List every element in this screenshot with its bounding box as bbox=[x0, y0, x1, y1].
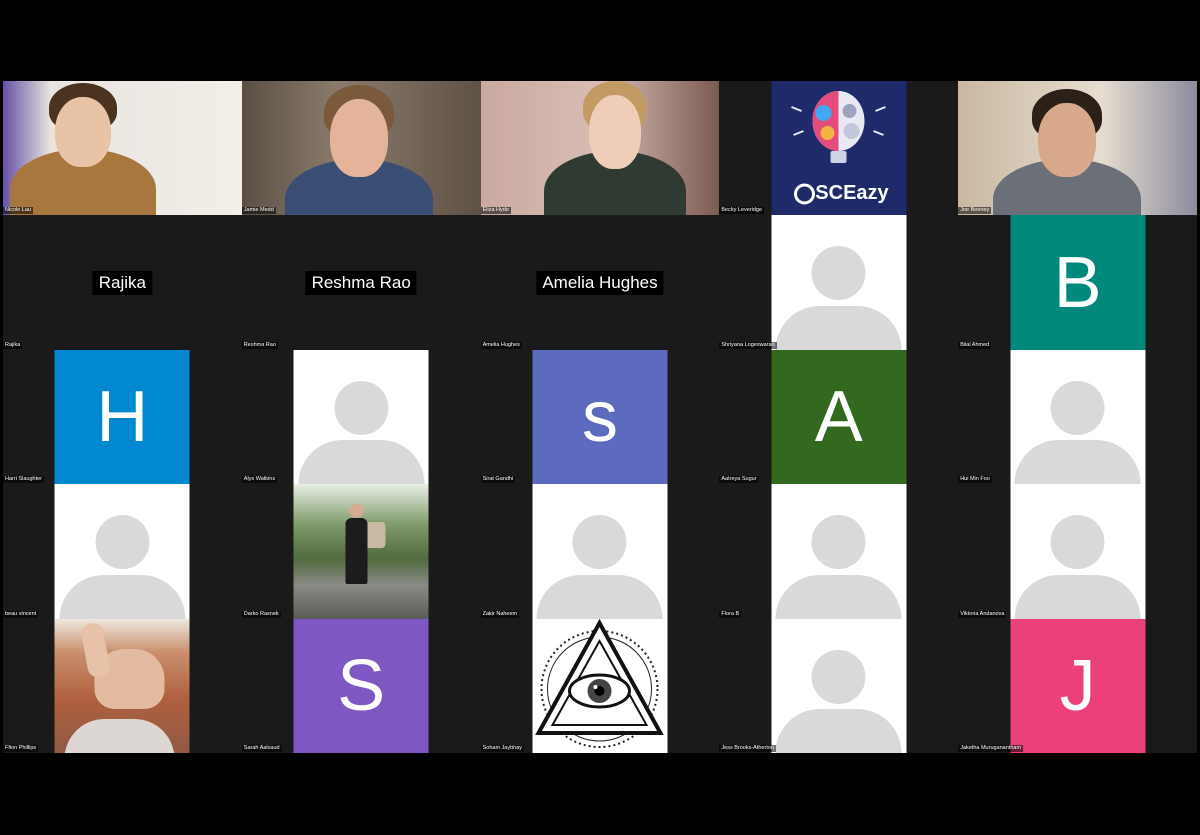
participant-tile[interactable]: Alys Watkins bbox=[241, 349, 481, 485]
initial-avatar: J bbox=[1010, 618, 1146, 753]
eye-pyramid-icon bbox=[535, 618, 664, 748]
participant-tile[interactable]: s Sirat Gandhi bbox=[480, 349, 720, 485]
participant-name-label: Flora B bbox=[719, 610, 742, 618]
participant-tile[interactable]: Zakir Naheem bbox=[480, 484, 720, 619]
participant-name-label: Rajika bbox=[3, 341, 23, 349]
initial-avatar: A bbox=[771, 349, 907, 485]
participant-name-label: Amelia Hughes bbox=[480, 341, 522, 349]
participant-name-label: Hui Min Foo bbox=[958, 476, 992, 484]
participant-name-label: Eliza Hyde bbox=[480, 207, 511, 215]
participant-tile[interactable]: Jess Brooks-Atherton bbox=[719, 618, 959, 753]
video-feed bbox=[480, 81, 720, 216]
participant-tile[interactable]: SCEazy Becky Leveridge bbox=[719, 81, 959, 216]
participant-name-label: Jaketha Muruganantham bbox=[958, 744, 1024, 752]
participant-display-name: Reshma Rao bbox=[305, 270, 417, 295]
participant-name-label: beau vincent bbox=[3, 610, 39, 618]
participant-tile[interactable]: Darko Rasnek bbox=[241, 484, 481, 619]
video-feed bbox=[241, 81, 481, 216]
participant-name-label: Ffion Phillips bbox=[3, 744, 39, 752]
participant-tile[interactable]: Jamie Medd bbox=[241, 81, 481, 216]
participant-name-label: Nicole Lau bbox=[3, 207, 33, 215]
participant-tile[interactable]: Reshma Rao Reshma Rao bbox=[241, 215, 481, 350]
default-avatar-icon bbox=[1010, 349, 1146, 485]
participant-tile[interactable]: beau vincent bbox=[3, 484, 242, 619]
video-gallery: Nicole Lau Jamie Medd Eliza Hyde SCEazy Bec… bbox=[3, 81, 1197, 753]
default-avatar-icon bbox=[771, 215, 907, 350]
default-avatar-icon bbox=[532, 484, 668, 619]
participant-display-name: Rajika bbox=[92, 270, 153, 295]
participant-name-label: Reshma Rao bbox=[241, 341, 278, 349]
participant-tile[interactable]: J Jaketha Muruganantham bbox=[958, 618, 1197, 753]
participant-tile[interactable]: Flora B bbox=[719, 484, 959, 619]
participant-name-label: Soham Jaybhay bbox=[480, 744, 525, 752]
participant-tile[interactable]: A Aatreya Sugur bbox=[719, 349, 959, 485]
participant-name-label: Zakir Naheem bbox=[480, 610, 520, 618]
participant-tile[interactable]: Nicole Lau bbox=[3, 81, 242, 216]
initial-avatar: H bbox=[54, 349, 190, 485]
participant-name-label: Shriyana Logeswaran bbox=[719, 341, 777, 349]
participant-name-label: Alys Watkins bbox=[241, 476, 278, 484]
participant-name-label: Joe Beeney bbox=[958, 207, 992, 215]
sceazy-logo: SCEazy bbox=[771, 81, 907, 216]
participant-name-label: Jamie Medd bbox=[241, 207, 276, 215]
default-avatar-icon bbox=[771, 618, 907, 753]
default-avatar-icon bbox=[54, 484, 190, 619]
video-feed bbox=[3, 81, 242, 216]
participant-tile[interactable]: Viktoria Andanova bbox=[958, 484, 1197, 619]
participant-name-label: Jess Brooks-Atherton bbox=[719, 744, 776, 752]
participant-tile[interactable]: Joe Beeney bbox=[958, 81, 1197, 216]
default-avatar-icon bbox=[1010, 484, 1146, 619]
participant-name-label: Viktoria Andanova bbox=[958, 610, 1007, 618]
default-avatar-icon bbox=[293, 349, 429, 485]
participant-tile[interactable]: Shriyana Logeswaran bbox=[719, 215, 959, 350]
participant-name-label: Darko Rasnek bbox=[241, 610, 281, 618]
participant-tile[interactable]: Soham Jaybhay bbox=[480, 618, 720, 753]
default-avatar-icon bbox=[771, 484, 907, 619]
initial-avatar: B bbox=[1010, 215, 1146, 350]
participant-name-label: Aatreya Sugur bbox=[719, 476, 759, 484]
participant-name-label: Sarah Aalsaud bbox=[241, 744, 282, 752]
participant-tile[interactable]: H Harri Slaughter bbox=[3, 349, 242, 485]
profile-photo bbox=[54, 618, 190, 753]
participant-tile[interactable]: Eliza Hyde bbox=[480, 81, 720, 216]
participant-tile[interactable]: Rajika Rajika bbox=[3, 215, 242, 350]
initial-avatar: s bbox=[532, 349, 668, 485]
participant-tile[interactable]: S Sarah Aalsaud bbox=[241, 618, 481, 753]
participant-name-label: Becky Leveridge bbox=[719, 207, 765, 215]
initial-avatar: S bbox=[293, 618, 429, 753]
participant-tile[interactable]: B Bilal Ahmed bbox=[958, 215, 1197, 350]
participant-tile[interactable]: Hui Min Foo bbox=[958, 349, 1197, 485]
logo-text: SCEazy bbox=[815, 182, 889, 204]
participant-tile[interactable]: Ffion Phillips bbox=[3, 618, 242, 753]
participant-display-name: Amelia Hughes bbox=[536, 270, 664, 295]
profile-photo bbox=[293, 484, 429, 619]
participant-name-label: Sirat Gandhi bbox=[480, 476, 516, 484]
all-seeing-eye-image bbox=[532, 618, 668, 753]
video-feed bbox=[958, 81, 1197, 216]
participant-name-label: Bilal Ahmed bbox=[958, 341, 992, 349]
participant-name-label: Harri Slaughter bbox=[3, 476, 44, 484]
participant-tile[interactable]: Amelia Hughes Amelia Hughes bbox=[480, 215, 720, 350]
